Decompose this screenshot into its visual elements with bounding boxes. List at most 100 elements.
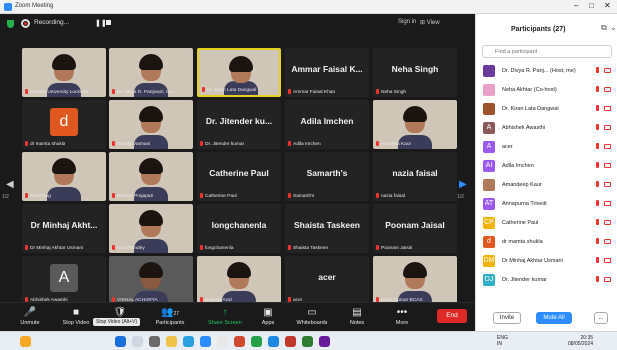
video-tile[interactable]: Dr Minhaj Akht... Dr Minhaj Akhtar Usmani bbox=[22, 204, 106, 253]
meeting-area: Recording... ❚❚ Sign in ⊞ View ◀ 1/2 ▶ 1… bbox=[0, 14, 475, 305]
start-icon[interactable] bbox=[115, 336, 126, 347]
office-icon[interactable] bbox=[234, 336, 245, 347]
video-tile[interactable]: Dr. Kiran Lata Dangwal bbox=[197, 48, 281, 97]
participant-row[interactable]: Aacer bbox=[476, 138, 617, 157]
video-tile[interactable]: Dr. Jitender ku... Dr. Jitender kumar bbox=[197, 100, 281, 149]
video-tile[interactable]: Shaista Taskeen Shaista Taskeen bbox=[285, 204, 369, 253]
video-tile[interactable]: Samarth's Samarth's bbox=[285, 152, 369, 201]
participant-row[interactable]: CP Catherine Paul bbox=[476, 214, 617, 233]
apps-button[interactable]: ▣ Apps bbox=[248, 306, 288, 326]
invite-button[interactable]: Invite bbox=[493, 312, 521, 324]
muted-mic-icon bbox=[596, 238, 599, 244]
participant-row[interactable]: Dr. Divya R. Panj... (Host, me) bbox=[476, 62, 617, 81]
muted-mic-icon bbox=[200, 141, 203, 146]
search-taskbar-icon[interactable] bbox=[132, 336, 143, 347]
video-tile[interactable]: Catherine Paul Catherine Paul bbox=[197, 152, 281, 201]
end-meeting-button[interactable]: End bbox=[437, 309, 467, 323]
participant-row[interactable]: DM Dr Minhaj Akhtar Usmani bbox=[476, 252, 617, 271]
participant-row[interactable]: Dr. Kiran Lata Dangwal bbox=[476, 100, 617, 119]
whatsapp-icon[interactable] bbox=[251, 336, 262, 347]
participant-row[interactable]: A Abhishek Awasthi bbox=[476, 119, 617, 138]
video-tile[interactable]: Uma Pandey bbox=[109, 204, 193, 253]
pause-recording-icon[interactable]: ❚❚ bbox=[95, 19, 107, 27]
unmute-button[interactable]: 🎤 Unmute bbox=[10, 306, 50, 326]
video-tile[interactable]: nazia faisal nazia faisal bbox=[373, 152, 457, 201]
tile-display-name: Poonam Jaisal bbox=[385, 220, 445, 230]
video-tile[interactable]: d dr mamta shukla bbox=[22, 100, 106, 149]
muted-mic-icon bbox=[596, 143, 599, 149]
video-off-icon bbox=[604, 258, 611, 263]
prev-page-icon[interactable]: ◀ bbox=[6, 179, 14, 190]
video-tile[interactable]: Moriz Kumar BCAS bbox=[373, 256, 457, 305]
unmute-label: Unmute bbox=[20, 320, 40, 326]
participant-row[interactable]: Neha Akhtar (Co-host) bbox=[476, 81, 617, 100]
video-tile[interactable]: Aadil Nag bbox=[22, 152, 106, 201]
stop-video-button[interactable]: ■ Stop Video bbox=[56, 306, 96, 326]
pdf-icon[interactable] bbox=[285, 336, 296, 347]
recording-icon bbox=[21, 19, 30, 28]
video-tile[interactable]: A Abhishek Awasthi bbox=[22, 256, 106, 305]
panel-more-button[interactable]: ... bbox=[594, 312, 608, 324]
popout-icon[interactable]: ⧉ bbox=[601, 23, 607, 33]
video-tile[interactable]: Poonam Jaisal Poonam Jaisal bbox=[373, 204, 457, 253]
video-tile[interactable]: acer acer bbox=[285, 256, 369, 305]
video-tile[interactable]: Neha Singh Neha Singh bbox=[373, 48, 457, 97]
language-indicator[interactable]: ENG IN bbox=[497, 335, 508, 347]
clock-date: 08/05/2024 bbox=[568, 341, 594, 347]
recording-status: Recording... bbox=[34, 19, 70, 26]
close-button[interactable]: ✕ bbox=[604, 1, 611, 10]
task-view-icon[interactable] bbox=[149, 336, 160, 347]
meeting-header: Recording... ❚❚ Sign in ⊞ View bbox=[0, 14, 475, 34]
video-tile[interactable]: Dr. Divya R. Panjwani, Int... bbox=[109, 48, 193, 97]
next-page-icon[interactable]: ▶ bbox=[459, 179, 467, 190]
video-tile[interactable]: Sayeda Azal bbox=[197, 256, 281, 305]
video-tile[interactable]: Adila Imchen Adila Imchen bbox=[285, 100, 369, 149]
tile-display-name: acer bbox=[318, 272, 336, 282]
video-tile[interactable]: Integral University Lucknow bbox=[22, 48, 106, 97]
tile-name-label: Shaista Taskeen bbox=[288, 245, 328, 251]
more-button[interactable]: ••• More bbox=[382, 306, 422, 326]
notes-button[interactable]: ▤ Notes bbox=[337, 306, 377, 326]
participant-avatar bbox=[483, 84, 495, 96]
tile-name-label: nazia faisal bbox=[376, 193, 405, 199]
participant-search-input[interactable] bbox=[482, 45, 612, 58]
edge-icon[interactable] bbox=[183, 336, 194, 347]
muted-mic-icon bbox=[288, 245, 291, 250]
zoom-taskbar-icon[interactable] bbox=[200, 336, 211, 347]
video-camera-icon: ■ bbox=[72, 307, 80, 318]
participant-row[interactable]: d dr mamta shukla bbox=[476, 233, 617, 252]
participant-row[interactable]: AT Annapurna Trivedi bbox=[476, 195, 617, 214]
file-explorer-icon[interactable] bbox=[166, 336, 177, 347]
weather-icon[interactable] bbox=[20, 336, 31, 347]
minimize-button[interactable]: – bbox=[574, 1, 578, 10]
video-tile[interactable]: VISHAL ACHARYA bbox=[109, 256, 193, 305]
view-button[interactable]: ⊞ View bbox=[420, 19, 440, 26]
security-shield-icon[interactable] bbox=[7, 20, 14, 28]
video-tile[interactable]: longchanenla longchanenla bbox=[197, 204, 281, 253]
chrome-icon[interactable] bbox=[217, 336, 228, 347]
participant-row[interactable]: Amandeep Kaur bbox=[476, 176, 617, 195]
participants-button[interactable]: 👥27 Participants bbox=[150, 306, 190, 326]
word-icon[interactable] bbox=[268, 336, 279, 347]
stop-recording-icon[interactable] bbox=[106, 20, 111, 25]
system-clock[interactable]: 20:35 08/05/2024 bbox=[568, 335, 593, 347]
video-tile[interactable]: Ammar Faisal K... Ammar Faisal Khan bbox=[285, 48, 369, 97]
close-panel-icon[interactable]: ⌄ bbox=[610, 23, 617, 32]
excel-icon[interactable] bbox=[302, 336, 313, 347]
share-screen-button[interactable]: ↑ Share Screen bbox=[205, 306, 245, 326]
whiteboards-button[interactable]: ▭ Whiteboards bbox=[292, 306, 332, 326]
tile-name-label: Neha Singh bbox=[376, 89, 406, 95]
participant-avatar: DJ bbox=[483, 274, 495, 286]
mute-all-button[interactable]: Mute All bbox=[536, 312, 572, 324]
tile-name-label: Dr. Divya R. Panjwani, Int... bbox=[112, 89, 175, 95]
video-tile[interactable]: Namrat Prajapati bbox=[109, 152, 193, 201]
sign-in-link[interactable]: Sign in bbox=[398, 19, 416, 25]
maximize-button[interactable]: □ bbox=[589, 1, 594, 10]
video-tile[interactable]: Srishty Vatmani bbox=[109, 100, 193, 149]
participant-row[interactable]: DJ Dr. Jitender kumar bbox=[476, 271, 617, 290]
participant-name: Annapurna Trivedi bbox=[502, 201, 547, 207]
muted-mic-icon bbox=[596, 257, 599, 263]
video-tile[interactable]: Aashrika Kaur bbox=[373, 100, 457, 149]
participant-row[interactable]: AI Adila Imchen bbox=[476, 157, 617, 176]
app-icon[interactable] bbox=[319, 336, 330, 347]
